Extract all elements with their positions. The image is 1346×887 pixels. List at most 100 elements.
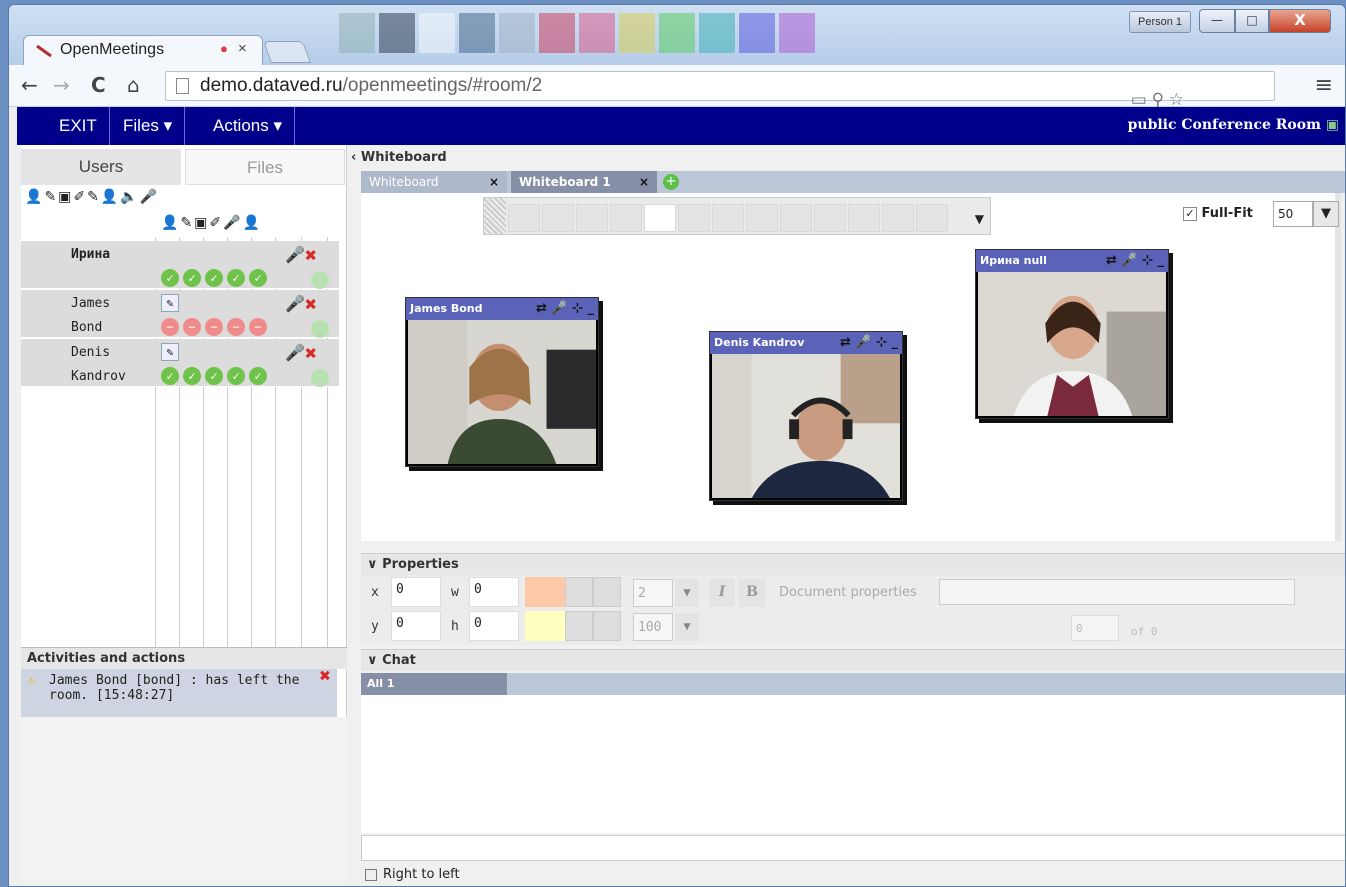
user-row[interactable]: Ирина 🎤 ✖ ✓ ✓ ✓ ✓ ✓: [21, 241, 339, 289]
whiteboard-header[interactable]: ‹ Whiteboard: [351, 147, 447, 169]
stroke-color-swatch[interactable]: [525, 577, 565, 607]
chat-header[interactable]: ∨ Chat: [361, 649, 1345, 671]
close-tab-icon[interactable]: ×: [489, 171, 499, 193]
kick-user-icon[interactable]: ✖: [305, 292, 317, 316]
profile-button[interactable]: Person 1: [1129, 11, 1191, 33]
back-icon[interactable]: ←: [21, 75, 38, 95]
y-input[interactable]: 0: [391, 611, 441, 641]
permission-denied-icon[interactable]: −: [205, 318, 223, 336]
actions-menu[interactable]: Actions ▾: [201, 107, 296, 145]
full-fit-toggle[interactable]: ✓ Full-Fit: [1183, 203, 1253, 225]
permission-granted-icon[interactable]: ✓: [227, 269, 245, 287]
video-controls[interactable]: ⇄ 🎤 ⊹ _: [1106, 250, 1164, 272]
video-window[interactable]: James Bond ⇄ 🎤 ⊹ _: [405, 297, 599, 467]
toolbar-dropdown-icon[interactable]: ▼: [975, 212, 984, 226]
video-window[interactable]: Ирина null ⇄ 🎤 ⊹ _: [975, 249, 1169, 419]
microphone-muted-icon[interactable]: 🎤: [285, 343, 305, 362]
kick-user-icon[interactable]: ✖: [305, 341, 317, 365]
h-input[interactable]: 0: [469, 611, 519, 641]
permission-denied-icon[interactable]: −: [227, 318, 245, 336]
bold-button[interactable]: B: [739, 579, 765, 607]
fill-option[interactable]: [593, 611, 621, 641]
w-input[interactable]: 0: [469, 577, 519, 607]
tool-slot[interactable]: [542, 204, 574, 232]
close-tab-icon[interactable]: ×: [639, 171, 649, 193]
stroke-option[interactable]: [593, 577, 621, 607]
user-row[interactable]: James Bond ✎ 🎤 ✖ − − − − −: [21, 290, 339, 338]
tool-slot[interactable]: [678, 204, 710, 232]
zoom-dropdown-icon[interactable]: ▼: [1313, 201, 1339, 227]
whiteboard-canvas[interactable]: ▼ ✓ Full-Fit 50 ▼ James Bond ⇄ 🎤 ⊹ _ Den…: [361, 193, 1341, 541]
exit-button[interactable]: EXIT: [47, 107, 110, 145]
permission-granted-icon[interactable]: ✓: [183, 269, 201, 287]
maximize-button[interactable]: □: [1235, 9, 1269, 33]
fill-toggle[interactable]: [565, 611, 593, 641]
permission-granted-icon[interactable]: ✓: [161, 367, 179, 385]
tool-slot[interactable]: [644, 204, 676, 232]
tool-slot[interactable]: [508, 204, 540, 232]
tool-slot[interactable]: [780, 204, 812, 232]
new-tab-button[interactable]: [262, 41, 312, 63]
speaker-icon[interactable]: 🔈: [120, 189, 137, 211]
tool-slot[interactable]: [916, 204, 948, 232]
video-window[interactable]: Denis Kandrov ⇄ 🎤 ⊹ _: [709, 331, 903, 501]
tool-slot[interactable]: [576, 204, 608, 232]
browser-menu-icon[interactable]: ≡: [1315, 73, 1333, 98]
permission-granted-icon[interactable]: ✓: [249, 269, 267, 287]
tool-slot[interactable]: [712, 204, 744, 232]
opacity-input[interactable]: 100: [633, 613, 673, 641]
properties-header[interactable]: ∨ Properties: [361, 553, 1345, 575]
video-title[interactable]: Denis Kandrov ⇄ 🎤 ⊹ _: [710, 332, 902, 354]
fill-color-swatch[interactable]: [525, 611, 565, 641]
zoom-input[interactable]: 50: [1273, 201, 1313, 227]
kick-user-icon[interactable]: ✖: [305, 243, 317, 267]
x-input[interactable]: 0: [391, 577, 441, 607]
files-menu[interactable]: Files ▾: [111, 107, 186, 145]
forward-icon[interactable]: →: [53, 75, 70, 95]
edit-icon[interactable]: ✎: [161, 343, 179, 361]
opacity-dropdown-icon[interactable]: ▼: [675, 613, 699, 641]
permission-granted-icon[interactable]: ✓: [205, 367, 223, 385]
video-title[interactable]: James Bond ⇄ 🎤 ⊹ _: [406, 298, 598, 320]
rtl-checkbox[interactable]: [365, 868, 377, 881]
line-width-dropdown-icon[interactable]: ▼: [675, 579, 699, 607]
permission-granted-icon[interactable]: ✓: [227, 367, 245, 385]
permission-granted-icon[interactable]: ✓: [205, 269, 223, 287]
permission-denied-icon[interactable]: −: [161, 318, 179, 336]
tool-slot[interactable]: [882, 204, 914, 232]
user-info-icon[interactable]: 👤: [101, 189, 118, 211]
close-window-button[interactable]: X: [1269, 9, 1331, 33]
user-icon[interactable]: 👤: [25, 189, 42, 211]
address-bar[interactable]: demo.dataved.ru/openmeetings/#room/2 ▭ ⚲…: [165, 71, 1275, 109]
reload-icon[interactable]: C: [91, 75, 106, 95]
full-fit-checkbox[interactable]: ✓: [1183, 206, 1197, 221]
microphone-icon[interactable]: 🎤: [285, 294, 305, 313]
pen-icon[interactable]: ✎: [87, 189, 99, 211]
user-row[interactable]: Denis Kandrov ✎ 🎤 ✖ ✓ ✓ ✓ ✓ ✓: [21, 339, 339, 387]
tool-slot[interactable]: [610, 204, 642, 232]
screen-icon[interactable]: ▣: [58, 189, 71, 211]
permission-granted-icon[interactable]: ✓: [183, 367, 201, 385]
microphone-icon[interactable]: 🎤: [140, 189, 157, 211]
permission-granted-icon[interactable]: ✓: [249, 367, 267, 385]
permission-denied-icon[interactable]: −: [249, 318, 267, 336]
permission-granted-icon[interactable]: ✓: [161, 269, 179, 287]
chat-input[interactable]: [361, 835, 1345, 861]
stroke-toggle[interactable]: [565, 577, 593, 607]
tool-slot[interactable]: [746, 204, 778, 232]
browser-tab[interactable]: OpenMeetings ● ×: [23, 35, 263, 65]
dismiss-activity-icon[interactable]: ✖: [320, 667, 331, 686]
tab-users[interactable]: Users: [21, 149, 181, 185]
video-controls[interactable]: ⇄ 🎤 ⊹ _: [840, 332, 898, 354]
minimize-button[interactable]: —: [1199, 9, 1235, 33]
permission-denied-icon[interactable]: −: [183, 318, 201, 336]
tool-slot[interactable]: [848, 204, 880, 232]
edit-icon[interactable]: ✎: [161, 294, 179, 312]
document-select[interactable]: [939, 579, 1295, 605]
line-width-input[interactable]: 2: [633, 579, 673, 607]
brush-icon[interactable]: ✐: [73, 189, 85, 211]
microphone-icon[interactable]: 🎤: [285, 245, 305, 264]
tab-chat-all[interactable]: All 1: [361, 673, 507, 695]
tab-whiteboard[interactable]: Whiteboard ×: [361, 171, 507, 193]
pencil-icon[interactable]: ✎: [44, 189, 56, 211]
